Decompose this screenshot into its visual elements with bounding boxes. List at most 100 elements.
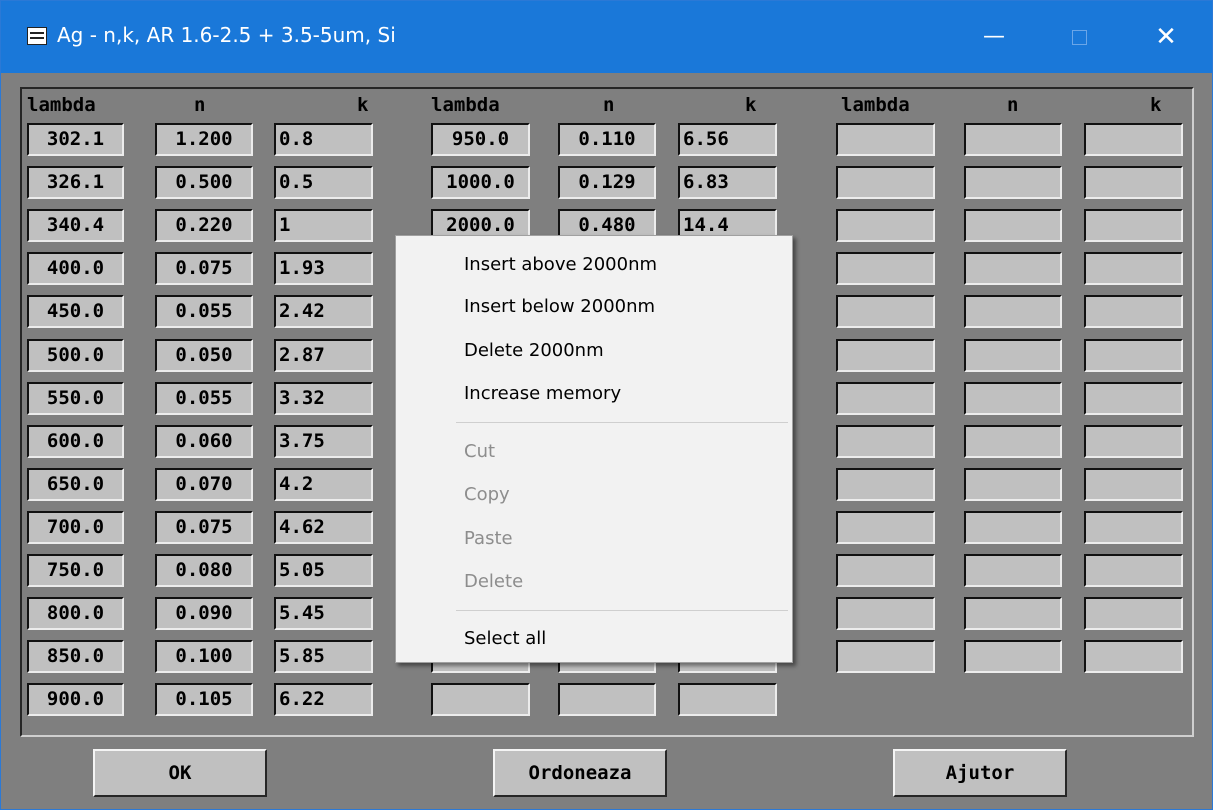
cell-k-g1[interactable]: 1	[274, 209, 373, 243]
cell-k-g3[interactable]	[1084, 338, 1183, 372]
menu-select-all[interactable]: Select all	[464, 626, 546, 652]
cell-n-g3[interactable]	[964, 252, 1062, 286]
cell-n-g1[interactable]: 0.100	[155, 640, 253, 674]
cell-k-g1[interactable]: 2.87	[274, 338, 373, 372]
cell-lambda-g3[interactable]	[836, 166, 935, 200]
cell-n-g3[interactable]	[964, 381, 1062, 415]
cell-k-g3[interactable]	[1084, 597, 1183, 631]
app-menu-icon[interactable]	[27, 27, 47, 45]
cell-lambda-g1[interactable]: 400.0	[27, 252, 124, 286]
cell-lambda-g3[interactable]	[836, 338, 935, 372]
cell-n-g1[interactable]: 0.075	[155, 252, 253, 286]
cell-n-g1[interactable]: 0.105	[155, 683, 253, 717]
cell-k-g1[interactable]: 6.22	[274, 683, 373, 717]
cell-n-g1[interactable]: 0.070	[155, 467, 253, 501]
cell-lambda-g1[interactable]: 700.0	[27, 510, 124, 544]
sort-button[interactable]: Ordoneaza	[493, 749, 667, 797]
cell-k-g2[interactable]: 6.83	[678, 166, 777, 200]
cell-lambda-g3[interactable]	[836, 424, 935, 458]
cell-lambda-g3[interactable]	[836, 252, 935, 286]
cell-k-g3[interactable]	[1084, 381, 1183, 415]
cell-k-g2[interactable]: 6.56	[678, 123, 777, 156]
cell-lambda-g3[interactable]	[836, 381, 935, 415]
cell-k-g3[interactable]	[1084, 252, 1183, 286]
cell-k-g1[interactable]: 5.05	[274, 554, 373, 587]
cell-n-g1[interactable]: 1.200	[155, 123, 253, 156]
cell-k-g3[interactable]	[1084, 510, 1183, 544]
cell-n-g2[interactable]: 0.129	[558, 166, 656, 200]
cell-lambda-g1[interactable]: 450.0	[27, 295, 124, 329]
cell-n-g1[interactable]: 0.050	[155, 338, 253, 372]
cell-k-g2[interactable]	[678, 683, 777, 717]
cell-lambda-g1[interactable]: 500.0	[27, 338, 124, 372]
cell-n-g3[interactable]	[964, 295, 1062, 329]
cell-k-g1[interactable]: 1.93	[274, 252, 373, 286]
help-button[interactable]: Ajutor	[893, 749, 1067, 797]
cell-k-g1[interactable]: 2.42	[274, 295, 373, 329]
cell-lambda-g1[interactable]: 800.0	[27, 597, 124, 631]
cell-lambda-g1[interactable]: 550.0	[27, 381, 124, 415]
cell-lambda-g3[interactable]	[836, 123, 935, 156]
menu-copy[interactable]: Copy	[464, 482, 510, 508]
menu-delete[interactable]: Delete	[464, 569, 523, 595]
cell-n-g1[interactable]: 0.500	[155, 166, 253, 200]
cell-k-g1[interactable]: 0.5	[274, 166, 373, 200]
cell-k-g1[interactable]: 5.85	[274, 640, 373, 674]
cell-lambda-g1[interactable]: 650.0	[27, 467, 124, 501]
cell-lambda-g3[interactable]	[836, 209, 935, 243]
cell-n-g3[interactable]	[964, 597, 1062, 631]
cell-n-g1[interactable]: 0.060	[155, 424, 253, 458]
cell-k-g1[interactable]: 3.32	[274, 381, 373, 415]
cell-n-g3[interactable]	[964, 338, 1062, 372]
cell-lambda-g1[interactable]: 850.0	[27, 640, 124, 674]
cell-lambda-g1[interactable]: 340.4	[27, 209, 124, 243]
cell-n-g1[interactable]: 0.090	[155, 597, 253, 631]
menu-paste[interactable]: Paste	[464, 526, 513, 552]
cell-lambda-g2[interactable]: 1000.0	[431, 166, 530, 200]
cell-lambda-g3[interactable]	[836, 554, 935, 587]
cell-n-g3[interactable]	[964, 510, 1062, 544]
menu-insert-above[interactable]: Insert above 2000nm	[464, 252, 657, 278]
cell-n-g2[interactable]	[558, 683, 656, 717]
cell-n-g3[interactable]	[964, 209, 1062, 243]
minimize-button[interactable]: —	[971, 17, 1017, 57]
cell-n-g3[interactable]	[964, 554, 1062, 587]
cell-k-g3[interactable]	[1084, 424, 1183, 458]
cell-k-g1[interactable]: 5.45	[274, 597, 373, 631]
cell-lambda-g1[interactable]: 900.0	[27, 683, 124, 717]
cell-k-g3[interactable]	[1084, 554, 1183, 587]
cell-n-g3[interactable]	[964, 166, 1062, 200]
cell-lambda-g1[interactable]: 600.0	[27, 424, 124, 458]
cell-n-g1[interactable]: 0.075	[155, 510, 253, 544]
cell-k-g1[interactable]: 3.75	[274, 424, 373, 458]
cell-n-g3[interactable]	[964, 424, 1062, 458]
cell-k-g3[interactable]	[1084, 295, 1183, 329]
menu-insert-below[interactable]: Insert below 2000nm	[464, 294, 655, 320]
cell-lambda-g3[interactable]	[836, 510, 935, 544]
menu-delete-row[interactable]: Delete 2000nm	[464, 338, 604, 364]
cell-n-g3[interactable]	[964, 467, 1062, 501]
cell-lambda-g2[interactable]	[431, 683, 530, 717]
cell-lambda-g3[interactable]	[836, 295, 935, 329]
cell-k-g1[interactable]: 4.2	[274, 467, 373, 501]
menu-cut[interactable]: Cut	[464, 439, 495, 465]
cell-n-g1[interactable]: 0.080	[155, 554, 253, 587]
cell-k-g3[interactable]	[1084, 467, 1183, 501]
cell-n-g2[interactable]: 0.110	[558, 123, 656, 156]
close-button[interactable]: ✕	[1143, 17, 1189, 57]
cell-n-g1[interactable]: 0.055	[155, 381, 253, 415]
cell-k-g3[interactable]	[1084, 209, 1183, 243]
ok-button[interactable]: OK	[93, 749, 267, 797]
title-bar[interactable]: Ag - n,k, AR 1.6-2.5 + 3.5-5um, Si — ✕	[1, 1, 1212, 73]
cell-k-g1[interactable]: 4.62	[274, 510, 373, 544]
cell-n-g1[interactable]: 0.055	[155, 295, 253, 329]
cell-n-g3[interactable]	[964, 123, 1062, 156]
cell-k-g1[interactable]: 0.8	[274, 123, 373, 156]
cell-lambda-g3[interactable]	[836, 597, 935, 631]
cell-lambda-g1[interactable]: 302.1	[27, 123, 124, 156]
cell-n-g3[interactable]	[964, 640, 1062, 674]
cell-lambda-g2[interactable]: 950.0	[431, 123, 530, 156]
cell-k-g3[interactable]	[1084, 640, 1183, 674]
cell-k-g3[interactable]	[1084, 166, 1183, 200]
cell-lambda-g3[interactable]	[836, 467, 935, 501]
